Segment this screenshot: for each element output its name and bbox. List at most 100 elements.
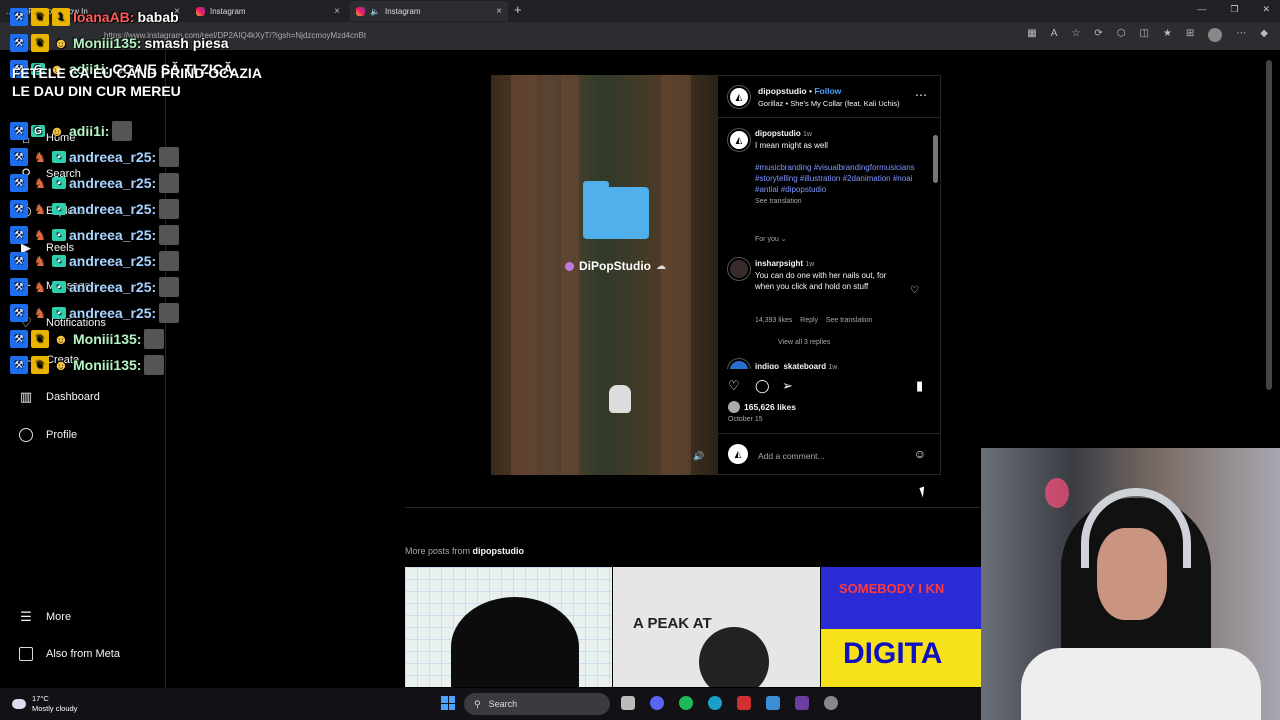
avatar[interactable]: ◭ (727, 85, 751, 109)
more-options-icon[interactable]: ⋯ (915, 88, 928, 102)
extensions-icon[interactable]: ⬡ (1117, 28, 1126, 42)
post-song[interactable]: Gorillaz • She's My Collar (feat. Kali U… (758, 99, 900, 108)
like-icon[interactable]: ♡ (728, 378, 740, 394)
chat-emote (159, 173, 180, 193)
windows-start-icon[interactable] (441, 696, 455, 710)
store-icon[interactable] (766, 696, 780, 710)
thumbnail-text: SOMEBODY I KN (839, 581, 945, 596)
view-replies-link[interactable]: View all 3 replies (778, 337, 830, 348)
post-author-username[interactable]: dipopstudio (758, 86, 807, 96)
cloud-icon (12, 699, 26, 709)
more-posts-username[interactable]: dipopstudio (473, 546, 525, 556)
minimize-icon[interactable]: — (1197, 4, 1206, 15)
twitch-icon[interactable] (795, 696, 809, 710)
likes-count[interactable]: 165,626 likes (728, 401, 796, 413)
post-author-line: dipopstudio • Follow (758, 86, 842, 96)
glove-cursor-icon (609, 385, 631, 413)
like-comment-icon[interactable]: ♡ (910, 285, 919, 296)
moderator-badge-icon: ⚒ (10, 226, 28, 244)
app-icon[interactable]: ▦ (1027, 28, 1036, 42)
comment-username[interactable]: insharpsight (755, 259, 803, 268)
close-tab-icon[interactable]: × (334, 6, 340, 17)
comment-username[interactable]: indigo_skateboard (755, 362, 826, 369)
chat-line: ⚒ ♞ ▪ andreea_r25: (10, 225, 180, 245)
weather-temp: 17°C (32, 694, 49, 703)
menu-icon[interactable]: ⋯ (1236, 28, 1246, 42)
browser-tab-2[interactable]: Instagram × (190, 1, 346, 21)
read-aloud-icon[interactable]: A (1051, 28, 1058, 42)
for-you-dropdown[interactable]: For you ⌄ (755, 234, 787, 245)
avatar[interactable]: ◭ (727, 128, 751, 152)
close-window-icon[interactable]: ✕ (1262, 4, 1270, 15)
taskbar-search-label: Search (488, 699, 518, 709)
overlay-label: DiPopStudio (579, 259, 651, 273)
sidebar-item-also-from-meta[interactable]: Also from Meta (18, 646, 120, 662)
chat-emote (159, 147, 180, 167)
follow-button[interactable]: Follow (814, 86, 841, 96)
fox-badge-icon: ♞ (33, 148, 47, 165)
browser-tab-3-active[interactable]: 🔈 Instagram × (350, 1, 508, 21)
sidebar-item-label: Profile (46, 429, 78, 441)
copilot-icon[interactable]: ◆ (1260, 28, 1268, 42)
new-tab-button[interactable]: + (514, 2, 522, 17)
chat-username: Moniii135: (73, 357, 142, 373)
chat-username: andreea_r25: (69, 201, 157, 217)
more-posts-label: More posts from (405, 546, 471, 556)
maximize-icon[interactable]: ❐ (1230, 4, 1238, 15)
reply-button[interactable]: Reply (800, 317, 818, 324)
comments-scrollbar[interactable] (933, 121, 938, 366)
refresh-icon[interactable]: ⟳ (1094, 28, 1102, 42)
more-posts-heading: More posts from dipopstudio (405, 546, 524, 556)
collections-icon[interactable]: ⊞ (1186, 28, 1194, 42)
close-tab-icon[interactable]: × (496, 6, 502, 17)
caption-username[interactable]: dipopstudio (755, 129, 801, 138)
sub-badge-icon: G (31, 125, 45, 137)
thumbnail-text: DIGITA (843, 637, 943, 670)
sidebar-item-more[interactable]: ☰ More (18, 609, 71, 625)
profile-icon (18, 427, 34, 443)
avatar[interactable] (727, 257, 751, 281)
comment-input[interactable]: Add a comment... (758, 451, 825, 461)
profile-avatar-icon[interactable] (1208, 28, 1223, 42)
weather-widget[interactable]: 17°C Mostly cloudy (12, 694, 77, 714)
comment-icon[interactable]: ◯ (755, 378, 770, 394)
caption-hashtags[interactable]: #musicbranding #visualbrandingformusicia… (755, 163, 915, 194)
chat-message-line: FETELE CA EU CÂND PRIND OCAZIA (12, 65, 262, 81)
chat-line: ⚒ G ☻ adii1i: (10, 121, 133, 141)
obs-icon[interactable] (824, 696, 838, 710)
share-icon[interactable]: ➢ (782, 378, 793, 394)
emoji-icon[interactable]: ☺ (914, 447, 926, 461)
avatar[interactable] (727, 358, 751, 369)
edge-icon[interactable] (708, 696, 722, 710)
reel-video[interactable]: DiPopStudio ☁ 🔊 (491, 75, 717, 475)
volume-icon[interactable]: 🔊 (693, 451, 704, 462)
post-thumbnail[interactable]: A PEAK AT (613, 567, 820, 687)
comment-likes[interactable]: 14,393 likes (755, 317, 792, 324)
task-view-icon[interactable] (621, 696, 635, 710)
page-scrollbar[interactable] (1266, 60, 1272, 390)
split-screen-icon[interactable]: ◫ (1139, 28, 1148, 42)
spotify-icon[interactable] (679, 696, 693, 710)
sidebar-item-label: Also from Meta (46, 648, 120, 660)
chevron-down-icon: ⌄ (780, 236, 787, 243)
moderator-badge-icon: ⚒ (10, 252, 28, 270)
bookmark-icon[interactable]: ▮ (916, 378, 923, 394)
fox-badge-icon: ♞ (33, 226, 47, 243)
see-translation-link[interactable]: See translation (755, 198, 802, 205)
sidebar-item-dashboard[interactable]: ▥ Dashboard (18, 389, 100, 405)
discord-icon[interactable] (650, 696, 664, 710)
sub-badge-icon: ▪ (52, 177, 66, 189)
app-icon[interactable] (737, 696, 751, 710)
chat-username: andreea_r25: (69, 149, 157, 165)
taskbar-search[interactable]: ⚲ Search (464, 693, 610, 715)
sidebar-item-profile[interactable]: Profile (18, 427, 77, 443)
avatar: ◭ (728, 444, 748, 464)
see-translation-link[interactable]: See translation (826, 317, 873, 324)
favorites-icon[interactable]: ★ (1163, 28, 1172, 42)
caption-time: 1w (803, 131, 812, 138)
favorite-icon[interactable]: ☆ (1071, 28, 1080, 42)
chat-username: andreea_r25: (69, 305, 157, 321)
post-thumbnail[interactable] (405, 567, 612, 687)
caption: dipopstudio 1w I mean might as well #mus… (755, 128, 925, 207)
post-thumbnail[interactable]: SOMEBODY I KN DIGITA (821, 567, 981, 687)
